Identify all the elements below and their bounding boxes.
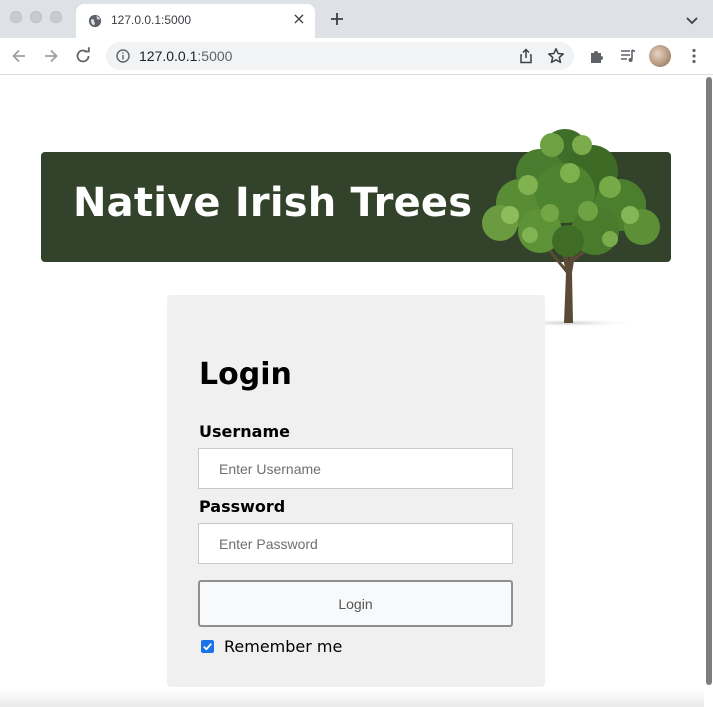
plus-icon[interactable] xyxy=(328,10,346,28)
password-label: Password xyxy=(199,497,286,516)
address-bar[interactable]: 127.0.0.1:5000 xyxy=(106,42,574,70)
share-icon[interactable] xyxy=(518,48,534,64)
login-form: Login Username Password Login Remember m… xyxy=(167,295,545,687)
page-bottom-fade xyxy=(0,689,704,707)
url-text[interactable]: 127.0.0.1:5000 xyxy=(139,48,232,64)
site-title: Native Irish Trees xyxy=(73,180,473,226)
window-close-dot[interactable] xyxy=(10,11,22,23)
username-input[interactable] xyxy=(198,448,513,489)
remember-me-checkbox[interactable] xyxy=(201,640,214,653)
login-button[interactable]: Login xyxy=(198,580,513,627)
password-input[interactable] xyxy=(198,523,513,564)
chevron-down-icon[interactable] xyxy=(684,12,700,28)
profile-avatar[interactable] xyxy=(649,45,671,67)
star-icon[interactable] xyxy=(547,47,565,65)
login-heading: Login xyxy=(199,357,292,392)
back-arrow-icon[interactable] xyxy=(9,46,29,66)
remember-me-label: Remember me xyxy=(224,637,343,656)
puzzle-icon[interactable] xyxy=(588,47,606,65)
tab-title: 127.0.0.1:5000 xyxy=(111,13,192,27)
scrollbar-thumb[interactable] xyxy=(706,77,712,685)
media-queue-icon[interactable] xyxy=(619,47,637,65)
check-icon xyxy=(203,643,212,651)
username-label: Username xyxy=(199,422,290,441)
globe-icon xyxy=(88,14,102,28)
info-icon[interactable] xyxy=(116,49,130,63)
page-viewport: Native Irish Trees Login Username Enter … xyxy=(0,75,713,707)
more-vert-icon[interactable] xyxy=(685,47,703,65)
window-zoom-dot[interactable] xyxy=(50,11,62,23)
url-host: 127.0.0.1 xyxy=(139,48,198,64)
close-icon[interactable]: × xyxy=(291,11,307,27)
reload-icon[interactable] xyxy=(73,46,93,66)
window-minimize-dot[interactable] xyxy=(30,11,42,23)
browser-toolbar: 127.0.0.1:5000 xyxy=(0,38,713,75)
url-port: :5000 xyxy=(197,48,233,64)
forward-arrow-icon[interactable] xyxy=(41,46,61,66)
tab-strip: 127.0.0.1:5000 × xyxy=(0,0,713,38)
browser-tab[interactable]: 127.0.0.1:5000 × xyxy=(76,4,315,38)
